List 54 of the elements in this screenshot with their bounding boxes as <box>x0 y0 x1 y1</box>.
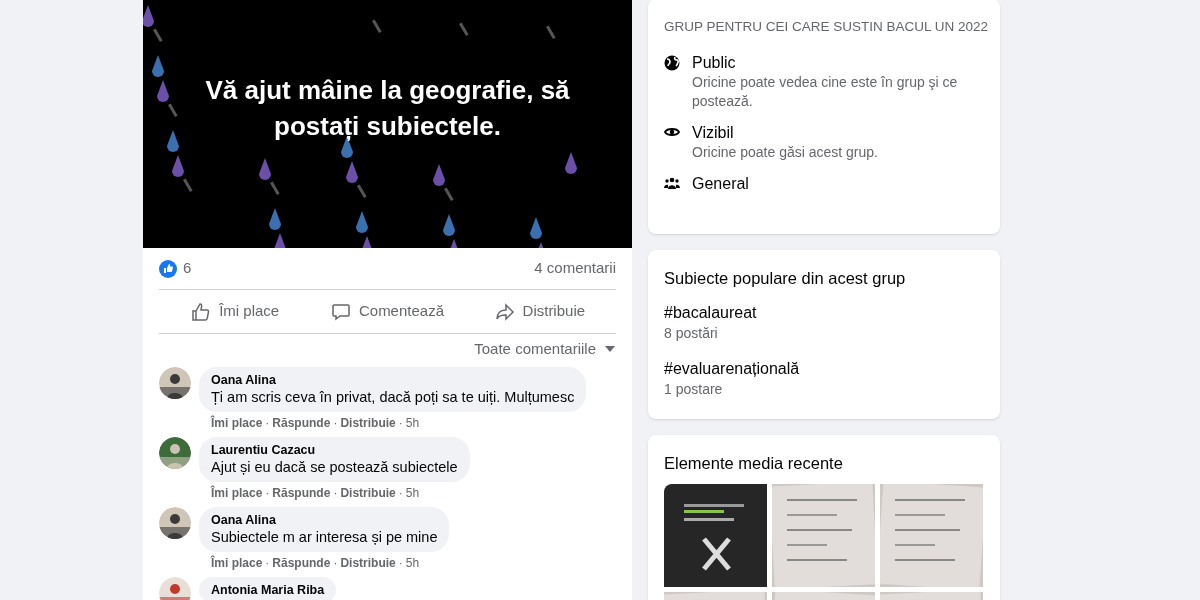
comment-action-link[interactable]: Distribuie <box>340 554 396 571</box>
like-button[interactable]: Îmi place <box>159 293 312 330</box>
separator-dot: · <box>398 484 403 501</box>
comment-author[interactable]: Oana Alina <box>211 511 438 528</box>
comment-action-link[interactable]: Distribuie <box>340 484 396 501</box>
eye-icon <box>664 126 680 139</box>
separator-dot: · <box>333 414 338 431</box>
comment-button[interactable]: Comentează <box>311 293 464 330</box>
people-icon <box>664 177 680 190</box>
topic-hashtag-link[interactable]: #evaluarenațională <box>664 358 984 379</box>
card-title: Elemente media recente <box>664 452 844 474</box>
separator-dot: · <box>333 484 338 501</box>
comment-action-link[interactable]: Îmi place <box>211 484 263 501</box>
globe-icon <box>664 55 680 72</box>
comment-time[interactable]: 5h <box>405 414 420 431</box>
comment-text: Subiectele m ar interesa și pe mine <box>211 527 438 547</box>
share-arrow-icon <box>494 301 515 322</box>
comment-author[interactable]: Antonia Maria Riba <box>211 581 325 598</box>
comment-action-link[interactable]: Răspunde <box>272 554 331 571</box>
like-reaction-icon <box>159 259 177 278</box>
topic-hashtag-link[interactable]: #bacalaureat <box>664 302 984 323</box>
caret-icon <box>604 345 616 354</box>
comment-time[interactable]: 5h <box>405 554 420 571</box>
comment-time[interactable]: 5h <box>405 484 420 501</box>
separator-dot: · <box>333 554 338 571</box>
privacy-label: General <box>692 174 749 195</box>
separator-dot: · <box>265 414 270 431</box>
comment-author[interactable]: Oana Alina <box>211 371 575 388</box>
post-text: Vă ajut mâine la geografie, să postați subiectele. <box>204 74 571 143</box>
separator-dot: · <box>398 554 403 571</box>
privacy-description: Oricine poate găsi acest grup. <box>692 143 878 163</box>
topic-post-count: 1 postare <box>664 379 724 399</box>
speech-bubble-icon <box>330 301 351 322</box>
privacy-label: Public <box>692 53 737 74</box>
card-title: Subiecte populare din acest grup <box>664 268 907 289</box>
reaction-count: 6 <box>183 258 192 279</box>
separator-dot: · <box>265 554 270 571</box>
share-button[interactable]: Distribuie <box>463 293 616 330</box>
comment-action-link[interactable]: Îmi place <box>211 414 263 431</box>
thumbs-up-icon <box>191 301 212 322</box>
comment-action-link[interactable]: Răspunde <box>272 484 331 501</box>
comment-action-link[interactable]: Răspunde <box>272 414 331 431</box>
comments-count-link[interactable]: 4 comentarii <box>534 257 616 280</box>
comment-author[interactable]: Laurentiu Cazacu <box>211 441 458 458</box>
separator-dot: · <box>265 484 270 501</box>
comment-text: Ajut și eu dacă se postează subiectele <box>211 457 458 477</box>
comment-action-link[interactable]: Distribuie <box>340 414 396 431</box>
privacy-description: Oricine poate vedea cine este în grup şi ce postează. <box>692 73 959 112</box>
comment-text: Ți am scris ceva în privat, dacă poți sa te uiți. Mulțumesc <box>211 387 575 407</box>
comment-action-link[interactable]: Îmi place <box>211 554 263 571</box>
separator-dot: · <box>398 414 403 431</box>
topic-post-count: 8 postări <box>664 323 719 343</box>
comment-filter-dropdown[interactable]: Toate comentariile <box>474 338 616 361</box>
privacy-label: Vizibil <box>692 123 735 144</box>
